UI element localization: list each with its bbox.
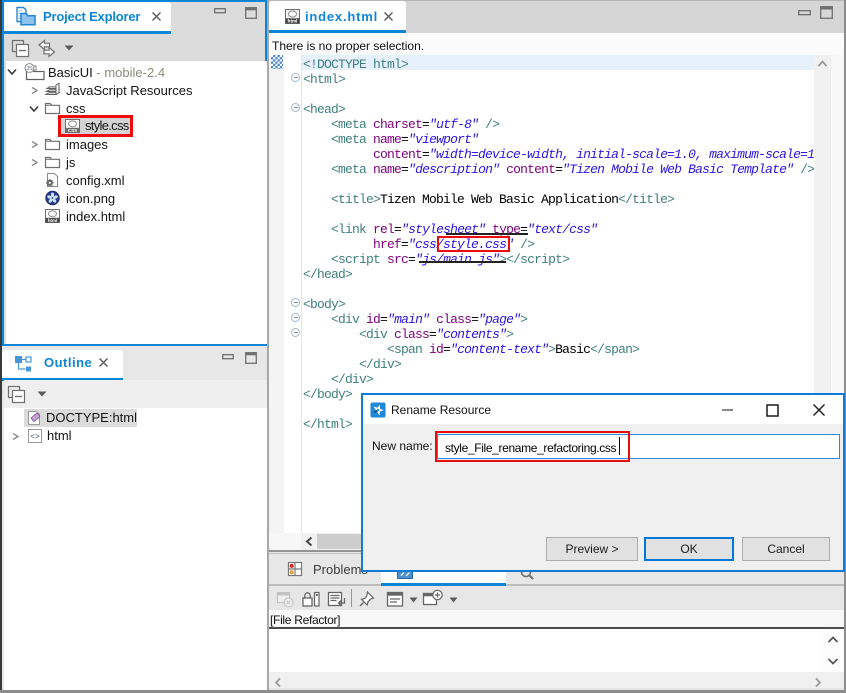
svg-text:CSS: CSS <box>68 128 77 133</box>
svg-text:<>: <> <box>30 433 40 442</box>
svg-text:html: html <box>288 19 298 24</box>
svg-text:html: html <box>48 218 57 223</box>
svg-text:JS: JS <box>26 66 33 72</box>
